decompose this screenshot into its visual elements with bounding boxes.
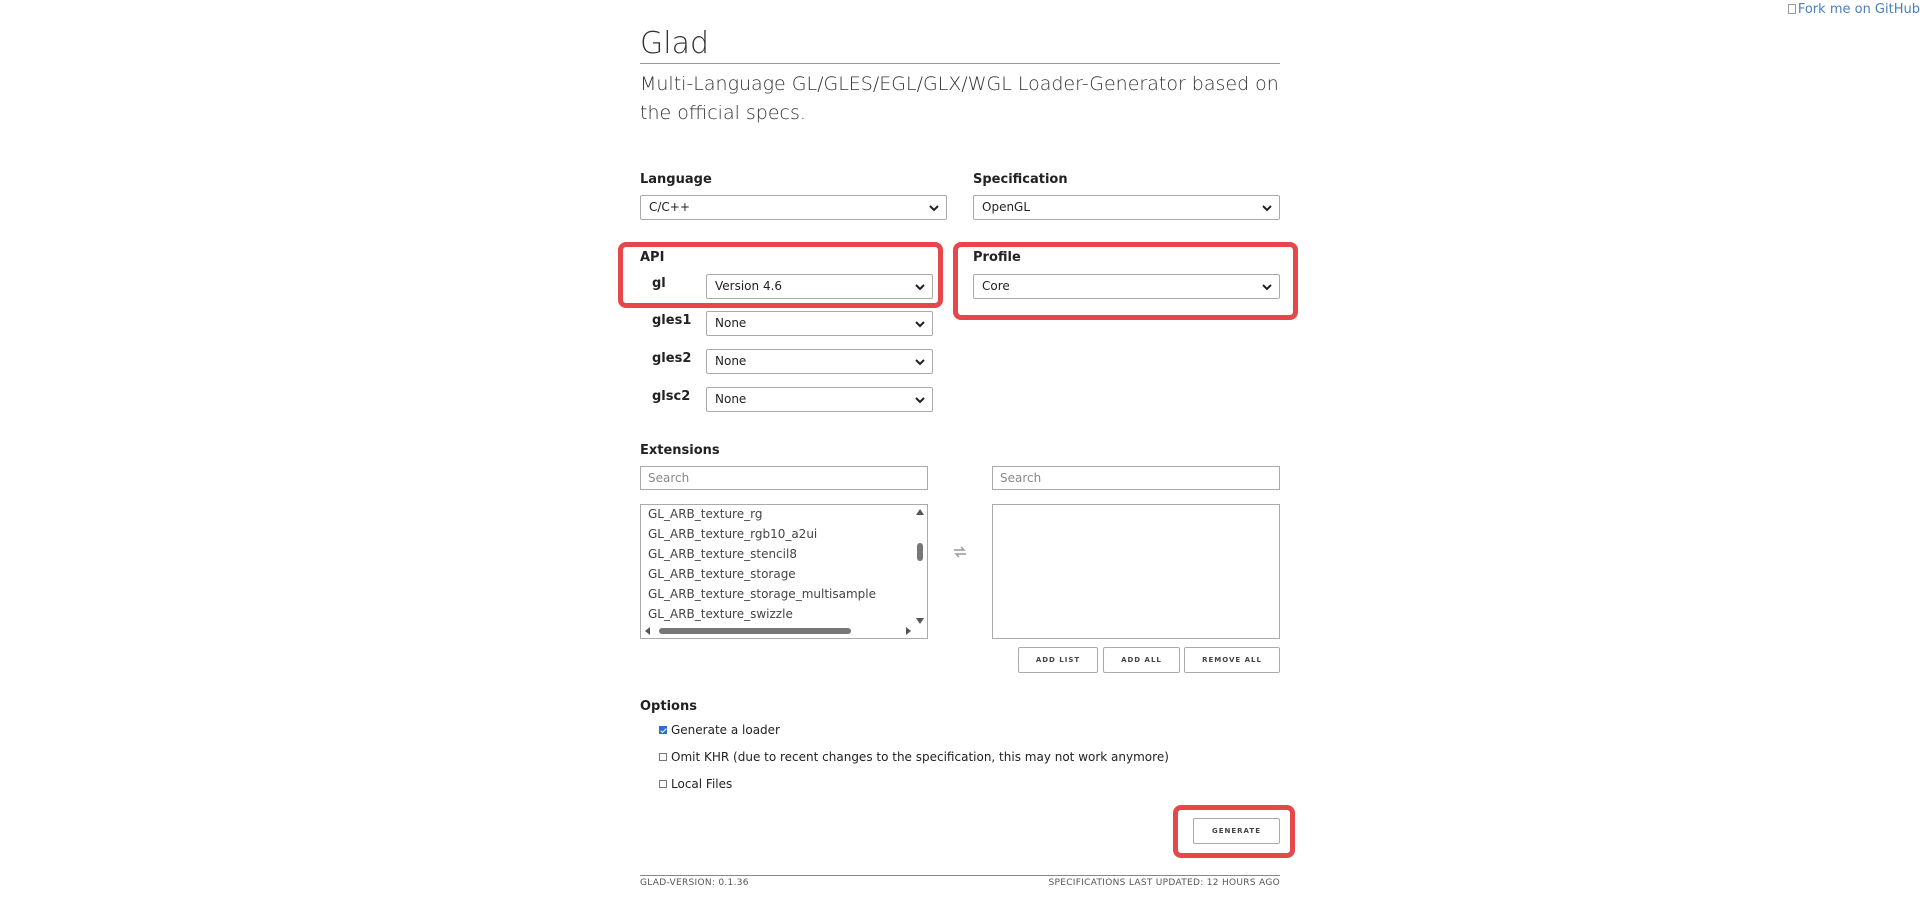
glad-version: GLAD-VERSION: 0.1.36 [640,878,749,888]
broken-image-icon [1787,4,1796,14]
option-generate-loader-label: Generate a loader [671,723,780,737]
horizontal-scrollbar-thumb[interactable] [659,628,851,634]
available-extensions-list[interactable]: GL_ARB_texture_rg GL_ARB_texture_rgb10_a… [640,504,928,639]
chevron-down-icon [915,321,925,328]
horizontal-scrollbar[interactable] [641,624,915,638]
api-label: API [640,250,665,265]
api-name-gl: gl [652,276,666,291]
checkbox-checked[interactable] [659,726,667,734]
specification-select[interactable]: OpenGL [973,195,1280,220]
list-item[interactable]: GL_ARB_texture_rg [648,507,762,521]
list-item[interactable]: GL_ARB_texture_rgb10_a2ui [648,527,817,541]
chevron-down-icon [915,397,925,404]
api-gles2-select[interactable]: None [706,349,933,374]
main-container: Glad Multi-Language GL/GLES/EGL/GLX/WGL … [618,0,1298,911]
specifications-updated: SPECIFICATIONS LAST UPDATED: 12 HOURS AG… [1048,878,1280,888]
fork-me-on-github-link[interactable]: Fork me on GitHub [1787,2,1920,17]
api-glsc2-select-value: None [715,392,747,406]
api-gl-select[interactable]: Version 4.6 [706,274,933,299]
api-glsc2-select[interactable]: None [706,387,933,412]
add-all-button[interactable]: ADD ALL [1103,647,1180,673]
generate-button[interactable]: GENERATE [1193,818,1280,844]
checkbox-unchecked[interactable] [659,753,667,761]
option-local-files[interactable]: Local Files [659,777,732,791]
chevron-down-icon [915,284,925,291]
api-gles2-select-value: None [715,354,747,368]
chevron-down-icon [1262,284,1272,291]
selected-extensions-list[interactable] [992,504,1280,639]
profile-label: Profile [973,250,1021,265]
checkbox-unchecked[interactable] [659,780,667,788]
api-name-gles1: gles1 [652,313,692,328]
chevron-down-icon [929,205,939,212]
chevron-down-icon [1262,205,1272,212]
option-omit-khr[interactable]: Omit KHR (due to recent changes to the s… [659,750,1169,764]
footer-divider [640,875,1280,876]
add-list-button[interactable]: ADD LIST [1018,647,1098,673]
language-label: Language [640,172,712,187]
option-generate-loader[interactable]: Generate a loader [659,723,780,737]
list-item[interactable]: GL_ARB_texture_storage_multisample [648,587,876,601]
language-select-value: C/C++ [649,200,690,214]
chevron-down-icon [915,359,925,366]
available-extensions-search-input[interactable]: Search [640,466,928,490]
swap-arrows-icon[interactable] [952,544,968,560]
api-gl-select-value: Version 4.6 [715,279,783,293]
selected-extensions-search-input[interactable]: Search [992,466,1280,490]
extensions-label: Extensions [640,443,720,458]
option-local-files-label: Local Files [671,777,733,791]
specification-select-value: OpenGL [982,200,1031,214]
specification-label: Specification [973,172,1068,187]
page-title: Glad [640,24,1280,64]
list-item[interactable]: GL_ARB_texture_swizzle [648,607,793,621]
list-item[interactable]: GL_ARB_texture_storage [648,567,796,581]
api-gles1-select-value: None [715,316,747,330]
option-omit-khr-label: Omit KHR (due to recent changes to the s… [671,750,1169,764]
vertical-scrollbar[interactable] [913,505,927,628]
fork-me-alt-text: Fork me on GitHub [1797,2,1920,17]
options-label: Options [640,699,697,714]
list-item[interactable]: GL_ARB_texture_stencil8 [648,547,797,561]
profile-select-value: Core [982,279,1010,293]
api-gles1-select[interactable]: None [706,311,933,336]
api-name-glsc2: glsc2 [652,389,691,404]
remove-all-button[interactable]: REMOVE ALL [1184,647,1280,673]
api-name-gles2: gles2 [652,351,692,366]
profile-select[interactable]: Core [973,274,1280,299]
vertical-scrollbar-thumb[interactable] [917,543,923,561]
page-subtitle: Multi-Language GL/GLES/EGL/GLX/WGL Loade… [640,73,1279,124]
language-select[interactable]: C/C++ [640,195,947,220]
